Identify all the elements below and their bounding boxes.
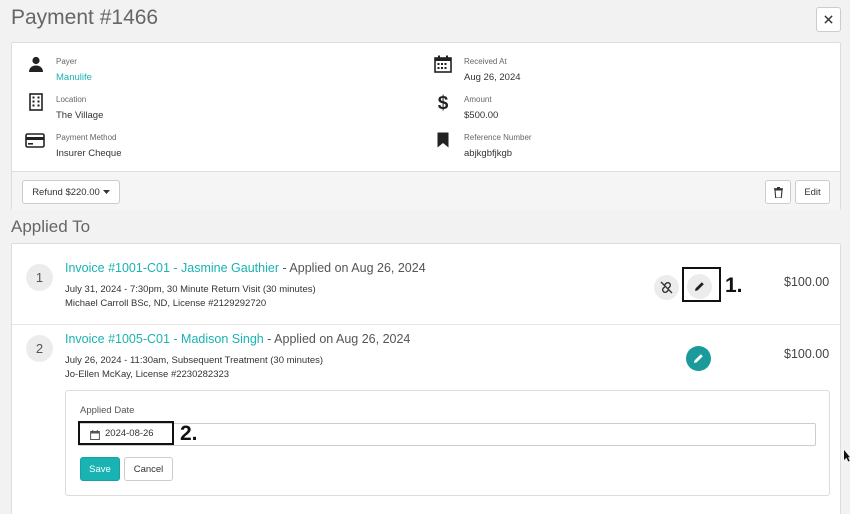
row-divider — [12, 324, 840, 325]
calendar-icon — [90, 430, 100, 440]
mouse-cursor-icon — [844, 450, 850, 462]
practitioner-detail: Michael Carroll BSc, ND, License #212929… — [65, 298, 267, 309]
trash-icon — [773, 186, 783, 198]
payment-method-label: Payment Method — [56, 133, 117, 142]
bookmark-icon — [433, 130, 453, 150]
close-icon — [824, 15, 833, 24]
calendar-icon — [433, 54, 453, 74]
dollar-icon: $ — [433, 92, 453, 112]
payer-value[interactable]: Manulife — [56, 72, 92, 83]
pencil-icon — [694, 354, 703, 363]
edit-payment-button[interactable]: Edit — [795, 180, 830, 204]
appointment-detail: July 26, 2024 - 11:30am, Subsequent Trea… — [65, 355, 324, 366]
cancel-button[interactable]: Cancel — [124, 457, 173, 481]
applied-on-text: - Applied on Aug 26, 2024 — [263, 332, 411, 346]
caret-down-icon — [102, 189, 110, 194]
refund-button-label: Refund $220.00 — [32, 186, 100, 198]
invoice-link[interactable]: Invoice #1001-C01 - Jasmine Gauthier — [65, 261, 279, 275]
reference-number-value: abjkgbfjkgb — [464, 148, 513, 159]
item-number-badge: 2 — [26, 335, 53, 362]
unlink-button[interactable] — [654, 275, 679, 300]
svg-text:$: $ — [438, 93, 449, 112]
practitioner-detail: Jo-Ellen McKay, License #2230282323 — [65, 369, 230, 380]
edit-applied-date-button-active[interactable] — [686, 346, 711, 371]
amount-value: $500.00 — [464, 110, 499, 121]
invoice-row-title: Invoice #1001-C01 - Jasmine Gauthier - A… — [65, 261, 426, 275]
save-button[interactable]: Save — [80, 457, 120, 481]
credit-card-icon — [25, 130, 45, 150]
applied-to-title: Applied To — [11, 217, 91, 236]
payment-info-card: Payer Manulife Location The Village Paym… — [11, 42, 841, 210]
applied-to-card: 1 Invoice #1001-C01 - Jasmine Gauthier -… — [11, 243, 841, 514]
delete-button[interactable] — [765, 180, 791, 204]
refund-dropdown-button[interactable]: Refund $220.00 — [22, 180, 120, 204]
payment-method-value: Insurer Cheque — [56, 148, 122, 159]
callout-label-1: 1. — [725, 274, 743, 297]
invoice-link[interactable]: Invoice #1005-C01 - Madison Singh — [65, 332, 264, 346]
edit-applied-date-button[interactable] — [687, 274, 712, 299]
applied-on-text: - Applied on Aug 26, 2024 — [279, 261, 426, 275]
applied-date-value: 2024-08-26 — [105, 428, 154, 439]
item-number-badge: 1 — [26, 264, 53, 291]
payer-label: Payer — [56, 57, 77, 66]
location-value: The Village — [56, 110, 104, 121]
location-label: Location — [56, 95, 87, 104]
applied-date-form: Applied Date 2024-08-26 2. Save Cancel — [65, 390, 830, 496]
received-at-value: Aug 26, 2024 — [464, 72, 521, 83]
amount-label: Amount — [464, 95, 492, 104]
payment-actions-bar: Refund $220.00 Edit — [12, 171, 840, 210]
building-icon — [26, 92, 46, 112]
item-amount: $100.00 — [784, 347, 830, 361]
item-amount: $100.00 — [784, 275, 830, 289]
user-icon — [26, 54, 46, 74]
received-at-label: Received At — [464, 57, 507, 66]
invoice-row-title: Invoice #1005-C01 - Madison Singh - Appl… — [65, 332, 410, 346]
callout-label-2: 2. — [180, 422, 198, 445]
unlink-icon — [660, 281, 673, 294]
applied-date-label: Applied Date — [80, 405, 135, 416]
page-title: Payment #1466 — [11, 6, 159, 29]
close-button[interactable] — [816, 7, 841, 32]
reference-number-label: Reference Number — [464, 133, 532, 142]
appointment-detail: July 31, 2024 - 7:30pm, 30 Minute Return… — [65, 284, 316, 295]
pencil-icon — [695, 282, 704, 291]
